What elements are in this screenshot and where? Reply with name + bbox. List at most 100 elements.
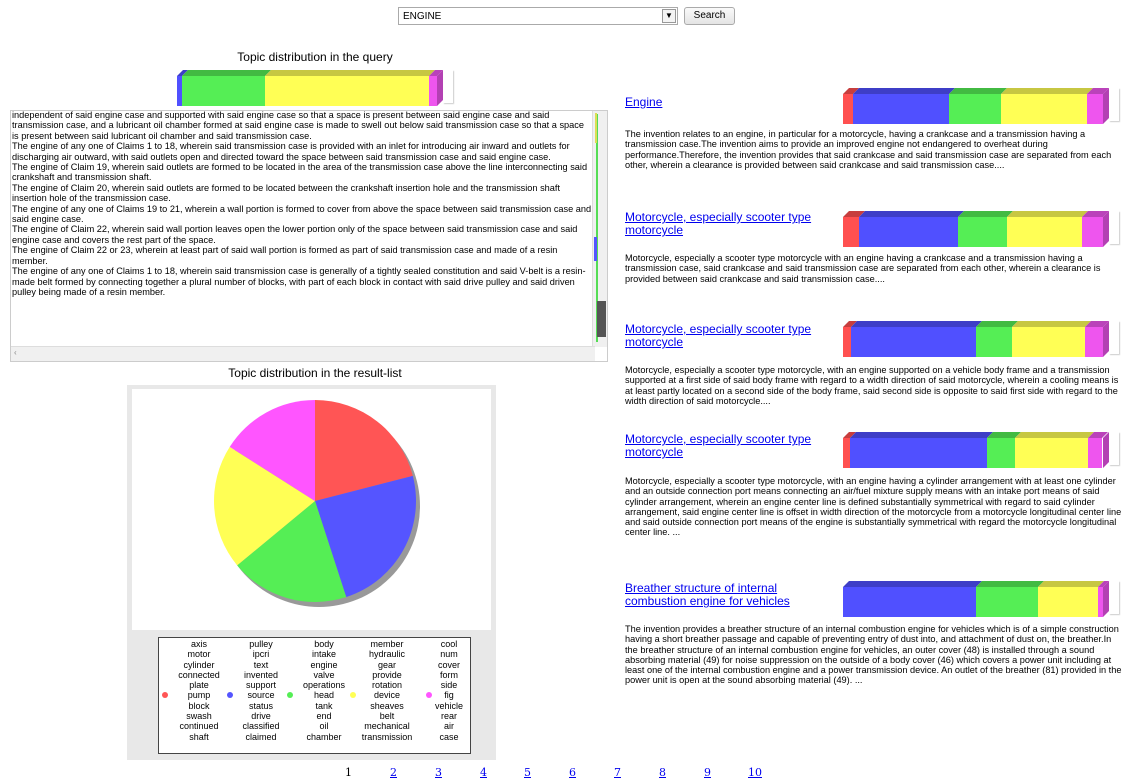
legend-word: oil: [319, 721, 329, 732]
result-description: The invention provides a breather struct…: [625, 624, 1122, 686]
legend-word: plate: [189, 680, 209, 691]
legend-word: mechanical: [364, 721, 410, 732]
legend-color-dot: [287, 692, 293, 698]
legend-word: cover: [437, 659, 460, 670]
result-bar-segment: [1012, 327, 1085, 357]
legend-word: source: [247, 690, 275, 701]
result-bar-segment: [843, 217, 859, 247]
legend-word: invented: [243, 669, 279, 680]
result-bar-segment: [987, 438, 1015, 468]
legend-word: axis: [190, 639, 207, 649]
topic-select-value: ENGINE: [403, 11, 442, 22]
legend-word: chamber: [306, 731, 342, 742]
legend-word: continued: [179, 721, 219, 732]
pie-chart-area: [132, 389, 491, 630]
legend-word: transmission: [361, 731, 413, 742]
legend-word: device: [373, 690, 400, 701]
legend-word: belt: [379, 711, 395, 722]
result-description: Motorcycle, especially a scooter type mo…: [625, 365, 1119, 406]
legend-word: valve: [313, 669, 335, 680]
result-bar-end-cap: [1109, 88, 1119, 121]
page-link[interactable]: 5: [524, 766, 531, 779]
legend-word: ipcri: [252, 649, 270, 660]
legend-word: vehicle: [434, 700, 463, 711]
page-link[interactable]: 2: [390, 766, 397, 779]
legend-word: pulley: [249, 639, 273, 649]
page-current: 1: [345, 766, 352, 779]
page-link[interactable]: 8: [659, 766, 666, 779]
result-bar-segment: [1085, 327, 1103, 357]
result-title-link[interactable]: Motorcycle, especially scooter type moto…: [625, 323, 835, 349]
page-link[interactable]: 9: [704, 766, 711, 779]
legend-color-dot: [350, 692, 356, 698]
legend-word: body: [314, 639, 334, 649]
page-link[interactable]: 7: [614, 766, 621, 779]
topic-select[interactable]: ENGINE ▼: [398, 7, 678, 25]
pie-chart-panel: axis motor cylinder connected plate pump block…: [127, 385, 496, 760]
result-distribution-heading: Topic distribution in the result-list: [228, 366, 402, 380]
legend-word: cool: [440, 639, 458, 649]
vertical-scrollbar[interactable]: [592, 111, 607, 347]
result-description: Motorcycle, especially a scooter type mo…: [625, 253, 1101, 284]
result-title-link[interactable]: Motorcycle, especially scooter type moto…: [625, 211, 835, 237]
legend-word: sheaves: [370, 700, 404, 711]
search-button[interactable]: Search: [684, 7, 735, 25]
legend-column: pulley ipcri text invented support source stat…: [233, 639, 289, 742]
result-bar-segment: [850, 438, 987, 468]
legend-word: member: [370, 639, 404, 649]
horizontal-scrollbar[interactable]: ‹: [11, 346, 595, 361]
claim-paragraph: The engine of Claim 19, wherein said out…: [12, 162, 588, 183]
legend-word: engine: [310, 659, 338, 670]
legend-column: cool num cover form side fig vehicle rear air cas…: [421, 639, 477, 742]
result-bar-segment: [949, 94, 1001, 124]
result-bar-end-cap: [1109, 581, 1119, 614]
page-link[interactable]: 10: [748, 766, 762, 779]
result-bar-segment: [843, 587, 976, 617]
query-bar-end-cap: [443, 70, 453, 103]
claim-paragraph: The engine of Claim 22, wherein said wal…: [12, 224, 578, 245]
claim-paragraph: independent of said engine case and supp…: [12, 111, 584, 141]
result-title-link[interactable]: Breather structure of internal combustio…: [625, 582, 835, 608]
legend-color-dot: [162, 692, 168, 698]
legend-word: status: [248, 700, 273, 711]
claim-paragraph: The engine of any one of Claims 1 to 18,…: [12, 141, 570, 162]
legend-word: end: [316, 711, 332, 722]
query-text-box[interactable]: independent of said engine case and supp…: [10, 110, 608, 362]
page-link[interactable]: 4: [480, 766, 487, 779]
page-link[interactable]: 6: [569, 766, 576, 779]
query-bar-segment: [429, 76, 437, 106]
legend-word: claimed: [245, 731, 277, 742]
result-bar-segment: [853, 94, 949, 124]
result-bar-segment: [843, 438, 850, 468]
query-distribution-heading: Topic distribution in the query: [237, 50, 393, 64]
topic-legend: axis motor cylinder connected plate pump block…: [158, 637, 471, 754]
legend-word: swash: [186, 711, 212, 722]
query-text: independent of said engine case and supp…: [11, 111, 592, 347]
scroll-left-icon[interactable]: ‹: [14, 348, 17, 357]
legend-word: intake: [311, 649, 337, 660]
result-bar-segment: [1001, 94, 1087, 124]
legend-word: gear: [377, 659, 396, 670]
chevron-down-icon[interactable]: ▼: [662, 9, 676, 23]
result-bar-segment: [1015, 438, 1088, 468]
result-bar-segment: [1082, 217, 1103, 247]
legend-word: rotation: [371, 680, 403, 691]
result-description: The invention relates to an engine, in p…: [625, 129, 1112, 170]
result-bar-end-cap: [1109, 321, 1119, 354]
page-link[interactable]: 3: [435, 766, 442, 779]
legend-word: provide: [372, 669, 402, 680]
legend-word: motor: [187, 649, 211, 660]
claim-paragraph: The engine of Claim 20, wherein said out…: [12, 182, 560, 204]
result-bar-segment: [1088, 438, 1102, 468]
legend-word: hydraulic: [368, 649, 406, 660]
legend-word: head: [313, 690, 335, 701]
result-bar-end-cap: [1109, 432, 1119, 465]
result-title-link[interactable]: Motorcycle, especially scooter type moto…: [625, 433, 835, 459]
result-description: Motorcycle, especially a scooter type mo…: [625, 476, 1122, 538]
result-bar-segment: [976, 587, 1038, 617]
legend-word: operations: [302, 680, 346, 691]
claim-paragraph: The engine of Claim 22 or 23, wherein at…: [12, 245, 558, 266]
result-bar-segment: [843, 327, 851, 357]
legend-word: rear: [440, 711, 457, 722]
result-title-link[interactable]: Engine: [625, 96, 835, 109]
